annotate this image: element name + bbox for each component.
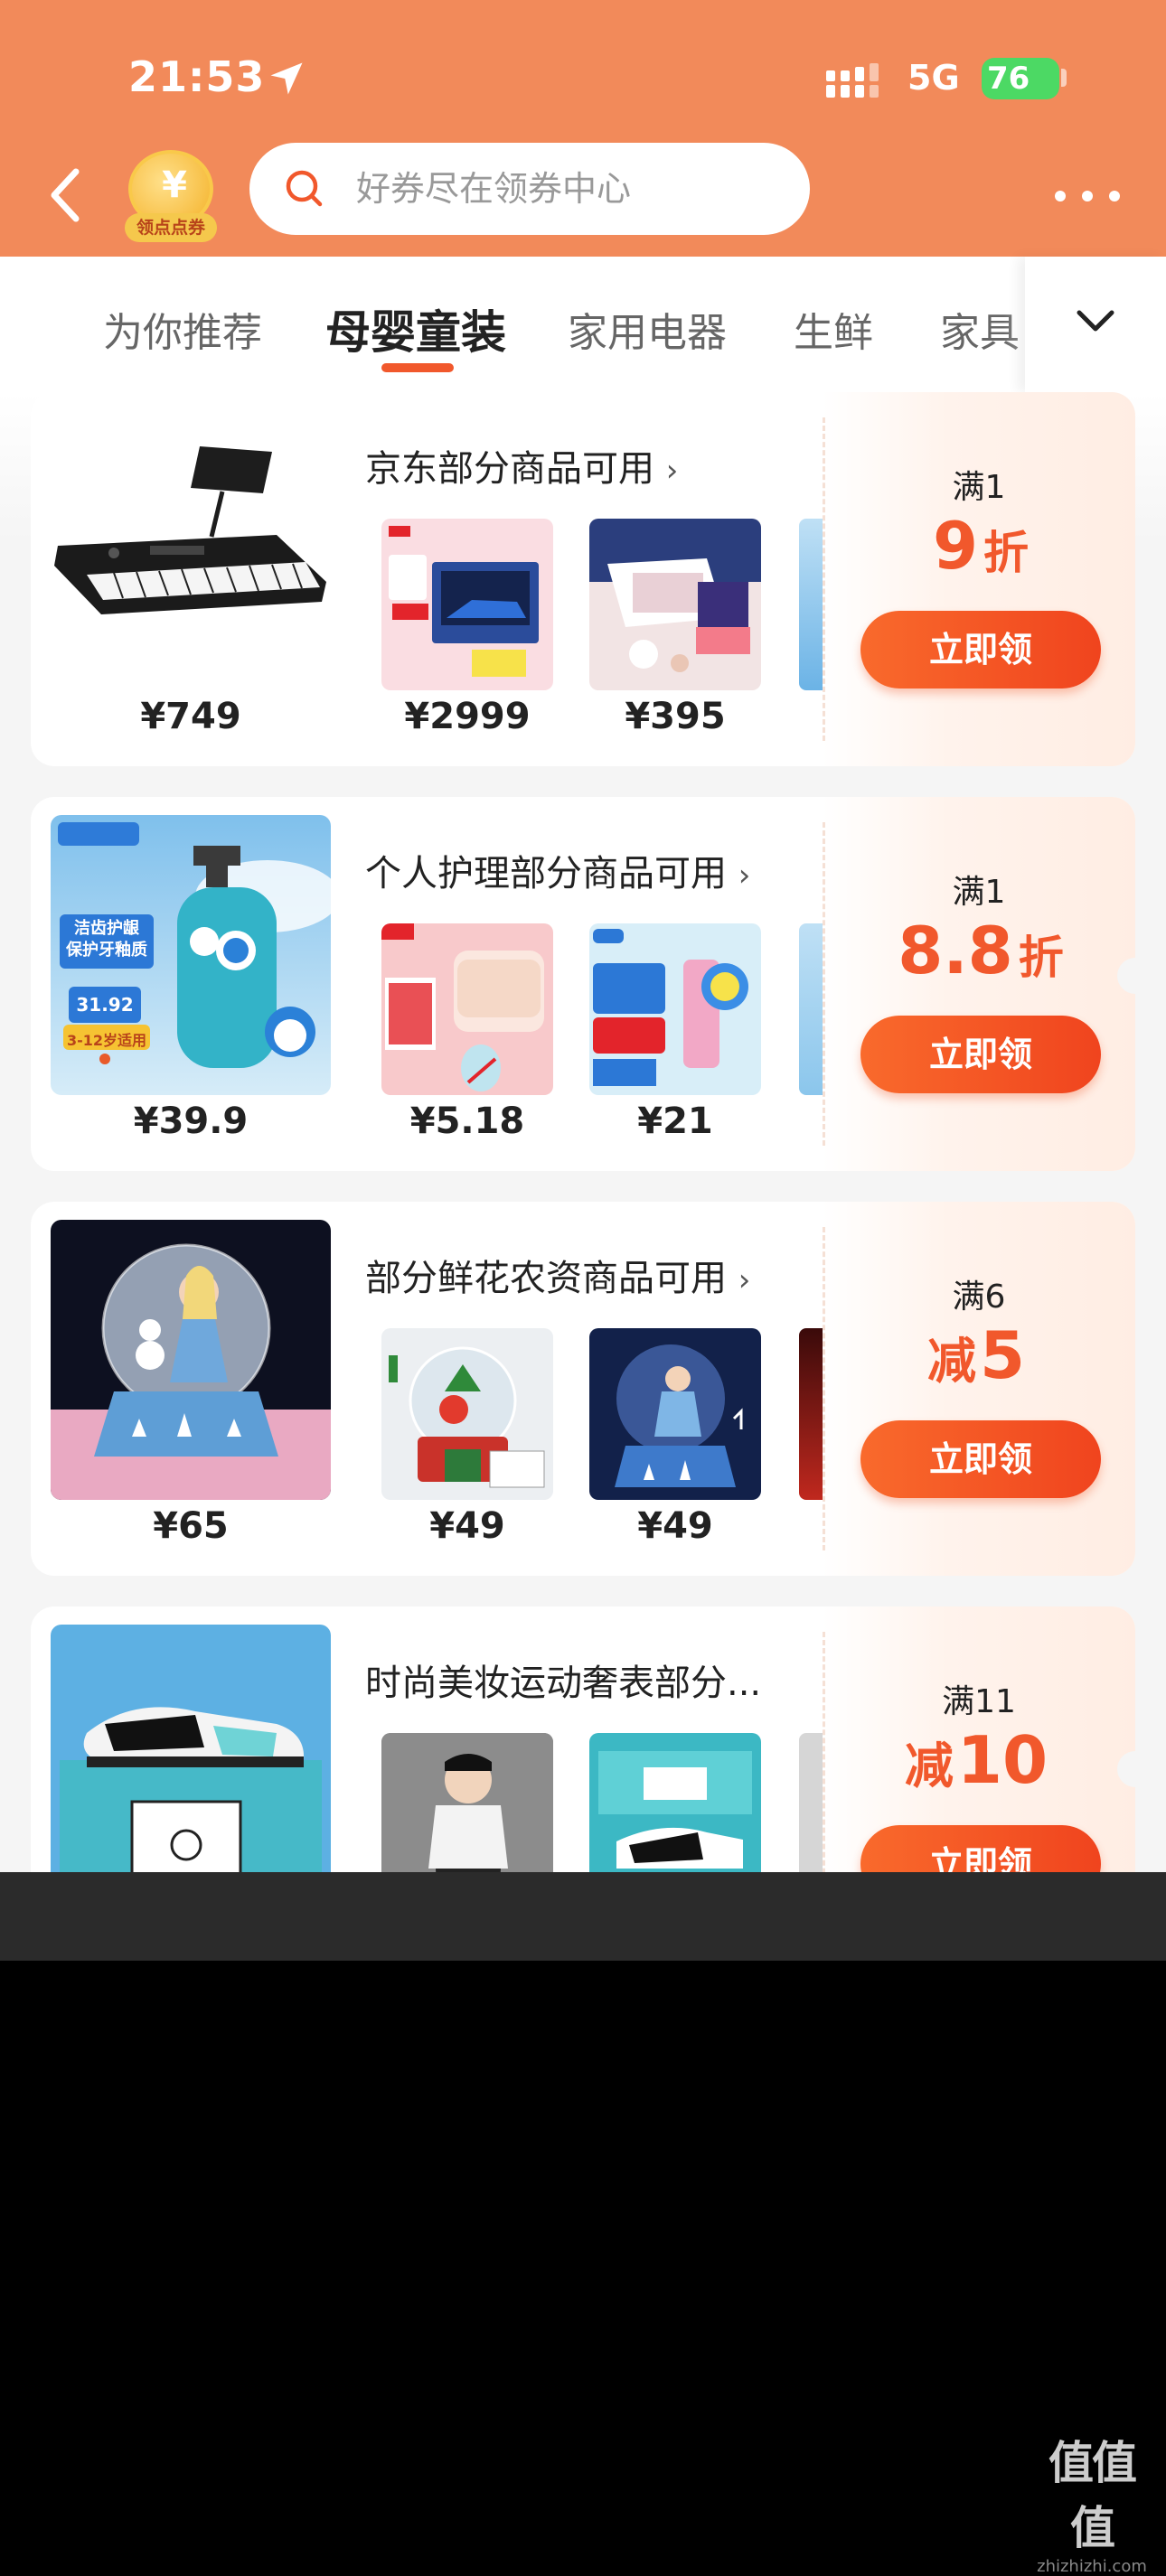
thumb-price: ¥5.18 [409,1101,525,1142]
product-thumb[interactable] [381,519,553,690]
coupon-discount: 减5 [926,1317,1026,1393]
status-time: 21:53 [128,52,266,101]
category-tabs: 为你推荐 母婴童装 家用电器 生鲜 家具 [0,257,1166,392]
thumb-price: ¥49 [429,1505,505,1547]
claim-button[interactable]: 立即领 [860,1016,1101,1093]
product-image-toothpaste[interactable]: 洁齿护龈 保护牙釉质 31.92 3-12岁适用 [51,815,331,1095]
product-thumb[interactable] [381,1328,553,1500]
product-thumb[interactable] [589,519,761,690]
expand-tabs-button[interactable] [1025,257,1166,392]
tab-appliances[interactable]: 家用电器 [568,300,727,358]
coupon-center-screen: 21:53 5G 76 ¥ 领点点券 好券尽在领券中心 为你推荐 母婴童装 家用… [0,0,1166,1872]
product-thumb[interactable] [589,1733,761,1872]
more-icon[interactable] [1054,190,1121,202]
product-thumb[interactable] [589,1328,761,1500]
product-thumb-partial[interactable] [799,923,823,1095]
thumb-price: ¥49 [637,1505,713,1547]
claim-button[interactable]: 立即领 [860,1825,1101,1872]
product-image-sneakers[interactable] [51,1625,331,1872]
coin-label: 领点点券 [125,213,217,242]
claim-button[interactable]: 立即领 [860,611,1101,688]
coupon-title[interactable]: 京东部分商品可用 › [365,439,678,492]
product-image-keyboard[interactable] [51,410,331,690]
tab-baby-kids[interactable]: 母婴童装 [325,296,506,361]
back-chevron-icon[interactable] [47,168,83,222]
coupon-card[interactable]: ¥65 部分鲜花农资商品可用 › ¥49 ¥49 满6 减5 立即领 [31,1202,1135,1576]
main-product-price: ¥65 [153,1505,229,1547]
chevron-right-icon: › [738,1262,751,1298]
chevron-down-icon [1077,310,1114,332]
claim-button[interactable]: 立即领 [860,1420,1101,1498]
search-icon [286,170,323,207]
product-thumb-partial[interactable] [799,519,823,690]
search-bar[interactable]: 好券尽在领券中心 [249,143,810,235]
search-placeholder: 好券尽在领券中心 [356,169,632,209]
coupon-discount: 8.8 折 [898,913,1064,988]
network-type: 5G [907,58,960,98]
tab-fresh[interactable]: 生鲜 [794,300,873,358]
product-thumb-partial[interactable] [799,1733,823,1872]
thumb-price: ¥21 [637,1101,713,1142]
active-tab-indicator [381,363,454,372]
watermark-logo: 值值值 [1048,2437,1137,2554]
product-thumb-partial[interactable] [799,1328,823,1500]
coupon-discount: 减10 [904,1722,1048,1798]
coupon-card[interactable]: ¥749 京东部分商品可用 › ¥2999 ¥395 满1 9 折 立即领 [31,392,1135,766]
header: 21:53 5G 76 ¥ 领点点券 好券尽在领券中心 [0,0,1166,257]
coupon-threshold: 满1 [952,469,1006,506]
product-thumb[interactable] [381,923,553,1095]
signal-icon [826,63,879,98]
coupon-title[interactable]: 时尚美妆运动奢表部分... [365,1653,761,1706]
thumb-price: ¥395 [625,696,726,737]
bottom-bar [0,1872,1166,1961]
coupon-title[interactable]: 个人护理部分商品可用 › [365,844,750,896]
chevron-right-icon: › [665,453,679,489]
coupon-threshold: 满6 [952,1279,1006,1316]
thumb-price: ¥2999 [404,696,531,737]
product-image-snow-globe[interactable] [51,1220,331,1500]
coupon-title[interactable]: 部分鲜花农资商品可用 › [365,1249,750,1301]
battery-tail [1061,69,1067,87]
location-arrow-icon [270,62,303,95]
watermark-url: zhizhizhi.com [1037,2557,1147,2576]
coupon-card[interactable]: 洁齿护龈 保护牙釉质 31.92 3-12岁适用 ¥39.9 个人护理部分商品可用… [31,797,1135,1171]
battery-indicator: 76 [982,58,1059,99]
coupon-card[interactable]: 时尚美妆运动奢表部分... 满11 减10 立即领 [31,1606,1135,1872]
coupon-threshold: 满11 [942,1683,1016,1720]
main-product-price: ¥39.9 [133,1101,249,1142]
coupon-discount: 9折 [932,508,1030,584]
coupon-threshold: 满1 [952,874,1006,911]
watermark: 值值值 zhizhizhi.com [1029,2427,1155,2576]
chevron-right-icon: › [738,857,751,894]
tab-recommend[interactable]: 为你推荐 [103,300,262,358]
product-thumb[interactable] [589,923,761,1095]
product-thumb[interactable] [381,1733,553,1872]
coupon-list: ¥749 京东部分商品可用 › ¥2999 ¥395 满1 9 折 立即领 洁齿… [0,392,1166,1872]
points-coupon-badge[interactable]: ¥ 领点点券 [125,150,217,244]
main-product-price: ¥749 [140,696,241,737]
